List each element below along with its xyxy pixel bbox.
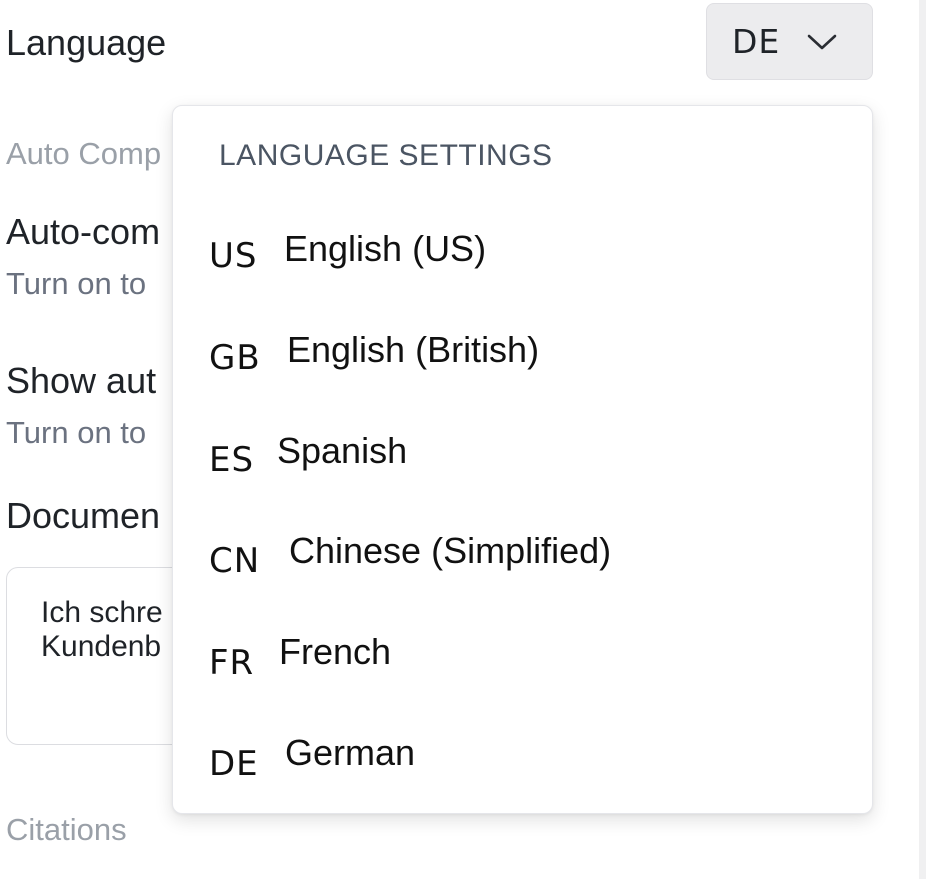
- document-section-title: Documen: [6, 495, 161, 536]
- language-name: English (US): [284, 228, 487, 269]
- language-code: GB: [209, 338, 261, 378]
- show-autocomplete-setting-description: Turn on to: [6, 415, 147, 450]
- language-select-button[interactable]: DE: [706, 3, 873, 80]
- language-name: French: [279, 631, 392, 672]
- language-option-es[interactable]: ES Spanish: [173, 402, 872, 502]
- settings-page: Language DE Auto Comp Auto-com Turn on t…: [0, 0, 926, 879]
- language-code: US: [209, 236, 258, 276]
- show-autocomplete-setting-title: Show aut: [6, 360, 157, 401]
- language-option-de[interactable]: DE German: [173, 702, 872, 802]
- language-code: CN: [209, 541, 261, 581]
- language-option-gb[interactable]: GB English (British): [173, 302, 872, 402]
- language-name: Chinese (Simplified): [289, 530, 612, 571]
- language-code: DE: [209, 744, 259, 784]
- autocomplete-setting-title: Auto-com: [6, 211, 161, 252]
- language-option-cn[interactable]: CN Chinese (Simplified): [173, 502, 872, 602]
- dropdown-heading: LANGUAGE SETTINGS: [219, 139, 553, 172]
- language-option-fr[interactable]: FR French: [173, 602, 872, 702]
- chevron-down-icon: [806, 31, 838, 53]
- auto-complete-section-label: Auto Comp: [6, 136, 162, 171]
- language-code: ES: [209, 440, 255, 480]
- document-text-line-2: Kundenb: [41, 630, 162, 663]
- document-text-line-1: Ich schre: [41, 596, 163, 629]
- language-code: FR: [209, 643, 255, 683]
- document-text: Ich schre Kundenb: [41, 596, 163, 664]
- language-name: German: [285, 732, 416, 773]
- language-name: English (British): [287, 329, 540, 370]
- autocomplete-setting-description: Turn on to: [6, 266, 147, 301]
- language-option-us[interactable]: US English (US): [173, 202, 872, 302]
- language-dropdown-menu: LANGUAGE SETTINGS US English (US) GB Eng…: [172, 105, 873, 814]
- scrollbar[interactable]: [919, 0, 926, 879]
- citations-section-label: Citations: [6, 812, 127, 847]
- selected-language-code: DE: [732, 22, 781, 61]
- language-label: Language: [6, 22, 167, 63]
- language-name: Spanish: [277, 430, 408, 471]
